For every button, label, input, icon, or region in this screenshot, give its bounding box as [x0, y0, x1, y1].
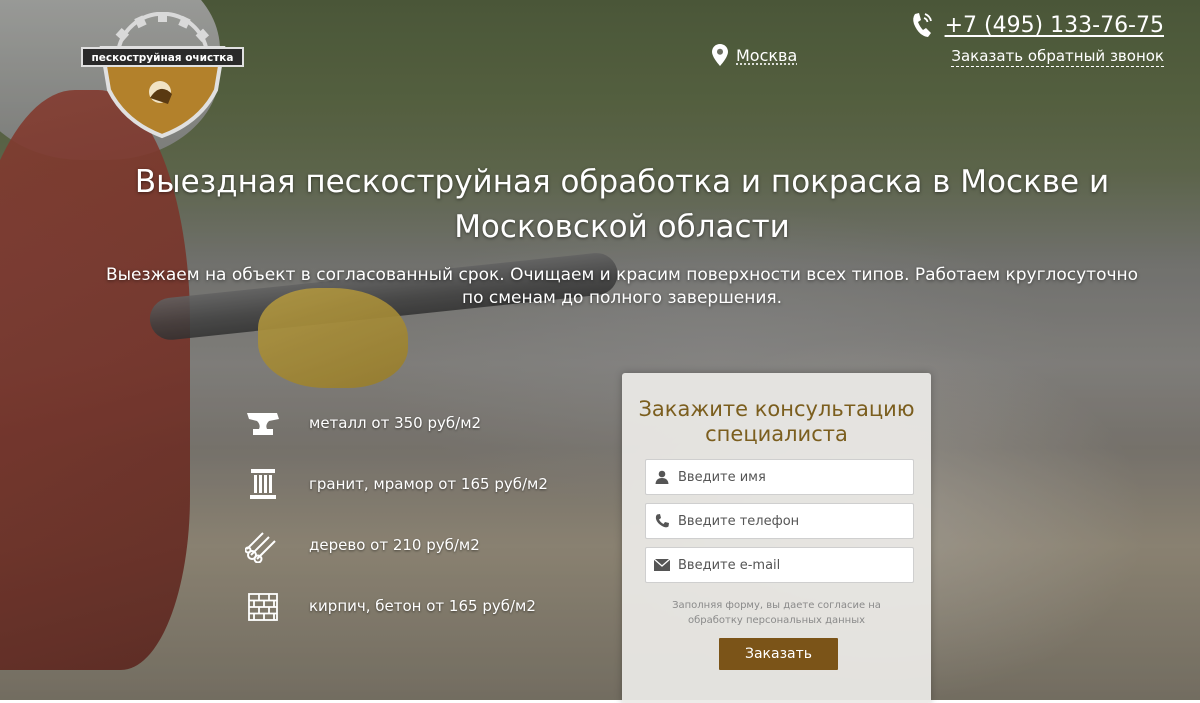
price-item-wood: дерево от 210 руб/м2 [245, 514, 548, 575]
consent-note: Заполняя форму, вы даете согласие на обр… [622, 598, 931, 628]
logo-emblem: пескоструйная очистка [80, 12, 245, 147]
phone-number-link[interactable]: +7 (495) 133-76-75 [945, 13, 1164, 38]
phone-icon [911, 12, 933, 38]
consultation-form: Закажите консультацию специалиста Заполн… [622, 373, 931, 703]
price-list: металл от 350 руб/м2 гранит, мрамор от 1… [245, 392, 548, 636]
page-title: Выездная пескоструйная обработка и покра… [0, 160, 1200, 250]
phone-input[interactable] [678, 514, 903, 529]
column-icon [245, 466, 281, 502]
phone-block[interactable]: +7 (495) 133-76-75 [911, 12, 1164, 38]
logo[interactable]: пескоструйная очистка [80, 12, 245, 147]
submit-button[interactable]: Заказать [719, 638, 838, 670]
subtitle-line-1: Выезжаем на объект в согласованный срок.… [80, 264, 1164, 287]
price-item-metal: металл от 350 руб/м2 [245, 392, 548, 453]
callback-link[interactable]: Заказать обратный звонок [951, 47, 1164, 67]
title-line-1: Выездная пескоструйная обработка и покра… [0, 160, 1200, 205]
consent-line-1: Заполняя форму, вы даете согласие на [622, 598, 931, 613]
phone-icon [646, 514, 678, 528]
bricks-icon [245, 588, 281, 624]
user-icon [646, 470, 678, 484]
logo-text: пескоструйная очистка [91, 52, 233, 64]
logs-icon [245, 527, 281, 563]
email-input[interactable] [678, 558, 903, 573]
price-item-brick: кирпич, бетон от 165 руб/м2 [245, 575, 548, 636]
price-label: дерево от 210 руб/м2 [309, 536, 480, 554]
form-title: Закажите консультацию специалиста [622, 397, 931, 447]
phone-field[interactable] [645, 503, 914, 539]
price-label: кирпич, бетон от 165 руб/м2 [309, 597, 536, 615]
subtitle-line-2: по сменам до полного завершения. [80, 287, 1164, 310]
title-line-2: Московской области [0, 205, 1200, 250]
map-pin-icon [712, 44, 728, 66]
price-label: гранит, мрамор от 165 руб/м2 [309, 475, 548, 493]
price-label: металл от 350 руб/м2 [309, 414, 481, 432]
name-field[interactable] [645, 459, 914, 495]
anvil-icon [245, 405, 281, 441]
page-subtitle: Выезжаем на объект в согласованный срок.… [80, 264, 1164, 310]
form-title-line-2: специалиста [622, 422, 931, 447]
form-title-line-1: Закажите консультацию [622, 397, 931, 422]
envelope-icon [646, 559, 678, 571]
consent-line-2: обработку персональных данных [622, 613, 931, 628]
price-item-stone: гранит, мрамор от 165 руб/м2 [245, 453, 548, 514]
email-field[interactable] [645, 547, 914, 583]
city-label[interactable]: Москва [736, 46, 797, 65]
name-input[interactable] [678, 470, 903, 485]
city-selector[interactable]: Москва [712, 44, 797, 66]
